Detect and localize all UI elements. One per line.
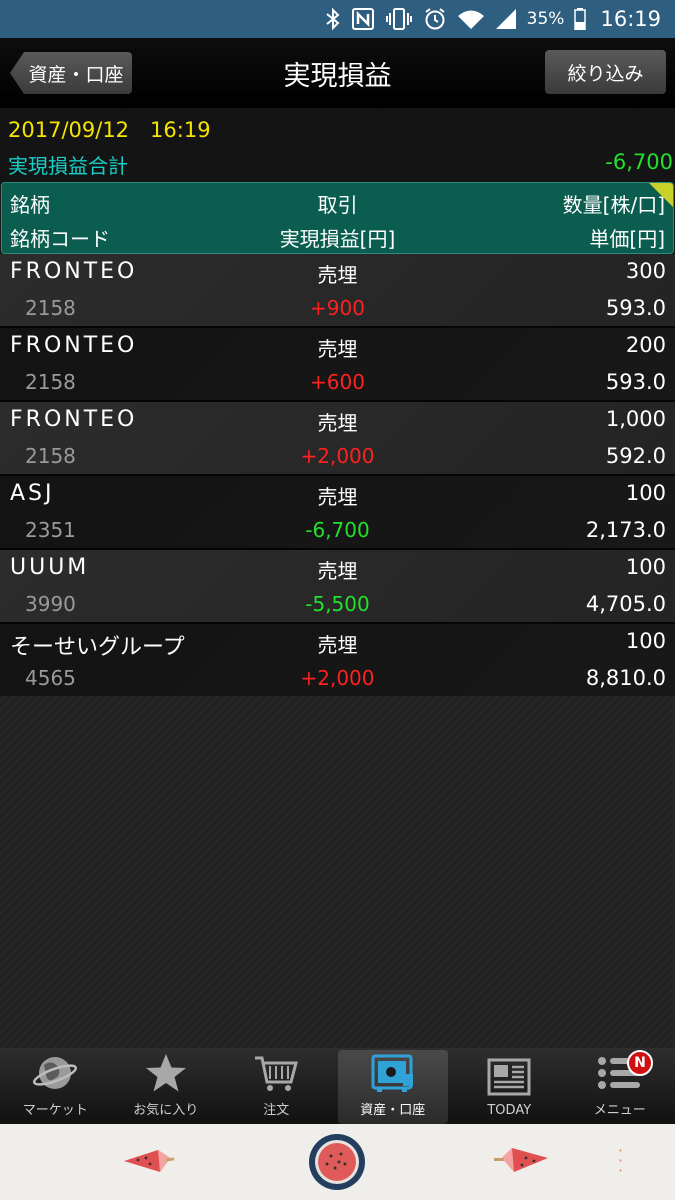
wifi-icon: ? xyxy=(457,7,485,31)
tab-label: マーケット xyxy=(22,1103,88,1118)
signal-icon xyxy=(495,7,517,31)
total-pnl-label: 実現損益合計 xyxy=(8,154,128,178)
clock: 16:19 xyxy=(600,7,661,31)
total-pnl-value: -6,700 xyxy=(605,150,673,174)
trade-type: 売埋 xyxy=(317,559,358,583)
tab-menu[interactable]: N メニュー xyxy=(565,1048,675,1124)
as-of-datetime: 2017/09/12 16:19 xyxy=(8,118,211,142)
newspaper-icon xyxy=(486,1055,532,1099)
quantity: 1,000 xyxy=(605,407,666,431)
alarm-icon xyxy=(423,7,447,31)
tab-market[interactable]: マーケット xyxy=(0,1048,111,1124)
bluetooth-icon xyxy=(325,7,341,31)
home-button-icon[interactable] xyxy=(307,1132,367,1196)
table-row[interactable]: FRONTEO 2158 売埋 +900 300 593.0 xyxy=(0,254,675,328)
nfc-icon xyxy=(351,7,375,31)
page-title: 実現損益 xyxy=(283,60,392,92)
filter-button[interactable]: 絞り込み xyxy=(545,50,666,94)
trade-type: 売埋 xyxy=(317,411,358,435)
quantity: 100 xyxy=(625,629,666,653)
trade-type: 売埋 xyxy=(317,485,358,509)
tab-label: 注文 xyxy=(263,1103,290,1118)
summary-panel: 2017/09/12 16:19 実現損益合計 -6,700 xyxy=(0,108,675,182)
empty-list-area xyxy=(0,696,675,1048)
col-price: 単価[円] xyxy=(589,227,665,251)
battery-icon xyxy=(574,7,587,31)
battery-percent: 35% xyxy=(526,9,565,29)
notification-badge: N xyxy=(627,1050,653,1076)
quantity: 300 xyxy=(625,259,666,283)
tab-label: お気に入り xyxy=(133,1103,199,1118)
unit-price: 593.0 xyxy=(605,296,666,320)
realized-pnl: +2,000 xyxy=(300,444,375,468)
col-pnl: 実現損益[円] xyxy=(279,227,396,251)
bottom-tab-bar: マーケット お気に入り 注文 資産・口座 TODAY N メニュー xyxy=(0,1048,675,1124)
tab-label: 資産・口座 xyxy=(360,1103,426,1118)
table-row[interactable]: UUUM 3990 売埋 -5,500 100 4,705.0 xyxy=(0,550,675,624)
table-row[interactable]: FRONTEO 2158 売埋 +600 200 593.0 xyxy=(0,328,675,402)
safe-icon xyxy=(370,1051,416,1095)
pnl-table: FRONTEO 2158 売埋 +900 300 593.0 FRONTEO 2… xyxy=(0,254,675,698)
back-button[interactable]: 資産・口座 xyxy=(10,52,132,94)
unit-price: 8,810.0 xyxy=(585,666,666,690)
back-nav-icon[interactable] xyxy=(492,1144,552,1182)
realized-pnl: +900 xyxy=(310,296,365,320)
quantity: 100 xyxy=(625,555,666,579)
star-icon xyxy=(144,1051,188,1095)
recent-apps-icon[interactable] xyxy=(120,1146,176,1180)
table-row[interactable]: そーせいグループ 4565 売埋 +2,000 100 8,810.0 xyxy=(0,624,675,698)
trade-type: 売埋 xyxy=(317,633,358,657)
realized-pnl: -6,700 xyxy=(305,518,370,542)
globe-icon xyxy=(32,1051,78,1095)
table-row[interactable]: ASJ 2351 売埋 -6,700 100 2,173.0 xyxy=(0,476,675,550)
system-nav-bar: · · · xyxy=(0,1124,675,1200)
unit-price: 2,173.0 xyxy=(585,518,666,542)
realized-pnl: -5,500 xyxy=(305,592,370,616)
trade-type: 売埋 xyxy=(317,263,358,287)
unit-price: 592.0 xyxy=(605,444,666,468)
tab-favorites[interactable]: お気に入り xyxy=(111,1048,222,1124)
realized-pnl: +600 xyxy=(310,370,365,394)
unit-price: 4,705.0 xyxy=(585,592,666,616)
tab-order[interactable]: 注文 xyxy=(221,1048,332,1124)
column-header: 銘柄 取引 数量[株/口] 銘柄コード 実現損益[円] 単価[円] xyxy=(1,182,674,254)
realized-pnl: +2,000 xyxy=(300,666,375,690)
table-row[interactable]: FRONTEO 2158 売埋 +2,000 1,000 592.0 xyxy=(0,402,675,476)
tab-today[interactable]: TODAY xyxy=(454,1048,565,1124)
status-bar: ? 35% 16:19 xyxy=(0,0,675,38)
quantity: 100 xyxy=(625,481,666,505)
cart-icon xyxy=(253,1051,299,1095)
tab-label: TODAY xyxy=(487,1103,532,1118)
tab-label: メニュー xyxy=(593,1103,646,1118)
quantity: 200 xyxy=(625,333,666,357)
app-header: 資産・口座 実現損益 絞り込み xyxy=(0,38,675,108)
tab-assets[interactable]: 資産・口座 xyxy=(337,1050,448,1124)
vibrate-icon xyxy=(385,7,413,31)
svg-text:?: ? xyxy=(476,23,480,30)
trade-type: 売埋 xyxy=(317,337,358,361)
more-dots-icon[interactable]: · · · xyxy=(618,1143,623,1179)
sort-corner-marker xyxy=(649,183,673,207)
unit-price: 593.0 xyxy=(605,370,666,394)
